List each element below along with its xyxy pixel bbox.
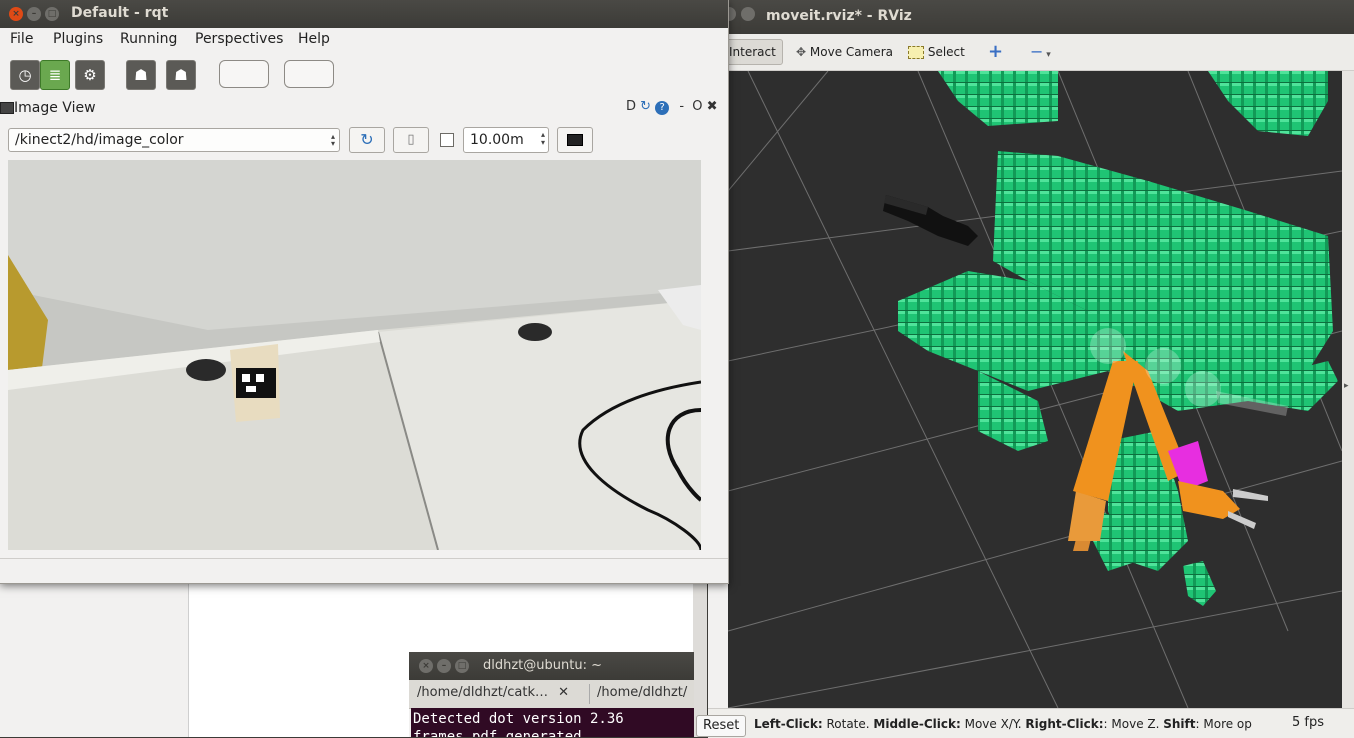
left-click-key: Left-Click: bbox=[754, 717, 823, 731]
background-separator bbox=[693, 580, 707, 737]
refresh-button[interactable]: ↻ bbox=[349, 127, 385, 153]
gear-icon[interactable]: ⚙ bbox=[75, 60, 105, 90]
status-hint: Left-Click: Rotate. Middle-Click: Move X… bbox=[754, 717, 1284, 731]
separator-dash: - bbox=[679, 99, 685, 114]
rviz-window: moveit.rviz* - RViz Interact ✥ Move Came… bbox=[696, 0, 1354, 738]
rviz-statusbar: Reset Left-Click: Rotate. Middle-Click: … bbox=[696, 708, 1354, 738]
middle-click-key: Middle-Click: bbox=[873, 717, 961, 731]
minimize-icon[interactable]: – bbox=[27, 7, 41, 21]
monitor-icon bbox=[567, 133, 583, 146]
ghost-icon[interactable]: ☗ bbox=[126, 60, 156, 90]
maximize-icon[interactable]: □ bbox=[45, 7, 59, 21]
topic-select[interactable]: /kinect2/hd/image_color ▴ ▾ bbox=[8, 128, 340, 152]
tab-divider bbox=[589, 684, 590, 704]
terminal-titlebar[interactable]: × – □ dldhzt@ubuntu: ~ bbox=[409, 652, 694, 680]
terminal-tab-label: /home/dldhzt/catk… bbox=[417, 685, 549, 700]
side-panel-arrow-icon[interactable]: ▸ bbox=[1344, 381, 1349, 391]
right-click-text: : Move Z. bbox=[1103, 717, 1164, 731]
ghost-icon[interactable]: ☗ bbox=[166, 60, 196, 90]
interact-label: Interact bbox=[729, 45, 776, 59]
distance-value: 10.00m bbox=[470, 132, 524, 148]
terminal-tab[interactable]: /home/dldhzt/ bbox=[597, 685, 694, 700]
menu-running[interactable]: Running bbox=[120, 31, 177, 47]
terminal-line: frames.pdf generated bbox=[413, 729, 582, 737]
dock-controls: D ↻ ? - O ✖ bbox=[626, 99, 717, 115]
move-camera-icon: ✥ bbox=[796, 45, 807, 59]
close-icon[interactable]: × bbox=[419, 659, 433, 673]
rviz-title: moveit.rviz* - RViz bbox=[766, 8, 912, 24]
smooth-checkbox[interactable] bbox=[440, 133, 454, 147]
camera-image[interactable] bbox=[8, 160, 701, 550]
select-label: Select bbox=[927, 45, 965, 59]
clock-icon[interactable]: ◷ bbox=[10, 60, 40, 90]
terminal-tab[interactable]: /home/dldhzt/catk… ✕ bbox=[417, 685, 577, 700]
fps-counter: 5 fps bbox=[1292, 715, 1325, 730]
rviz-toolbar: Interact ✥ Move Camera Select + − ▾ bbox=[708, 34, 1354, 71]
toolbar-slot[interactable] bbox=[219, 60, 269, 88]
menu-help[interactable]: Help bbox=[298, 31, 330, 47]
tab-close-icon[interactable]: ✕ bbox=[558, 685, 569, 700]
log-icon[interactable]: ≣ bbox=[40, 60, 70, 90]
distance-spinbox[interactable]: 10.00m ▴ ▾ bbox=[463, 127, 549, 153]
float-label[interactable]: O bbox=[692, 99, 702, 114]
dock-label[interactable]: D bbox=[626, 99, 636, 114]
shift-text: : More op bbox=[1195, 717, 1252, 731]
rqt-title: Default - rqt bbox=[71, 5, 169, 21]
spin-arrows-icon[interactable]: ▴ ▾ bbox=[541, 131, 545, 147]
topic-value: /kinect2/hd/image_color bbox=[15, 132, 184, 148]
reload-icon[interactable]: ↻ bbox=[640, 99, 651, 114]
rqt-window: × – □ Default - rqt File Plugins Running… bbox=[0, 0, 729, 584]
terminal-line: Detected dot version 2.36 bbox=[413, 711, 624, 727]
terminal-window: × – □ dldhzt@ubuntu: ~ /home/dldhzt/catk… bbox=[409, 652, 694, 737]
terminal-output[interactable]: Detected dot version 2.36 frames.pdf gen… bbox=[411, 708, 694, 737]
image-view-controls: /kinect2/hd/image_color ▴ ▾ ↻ ▯ 10.00m ▴ ▾ bbox=[0, 124, 728, 158]
right-click-key: Right-Click: bbox=[1025, 717, 1104, 731]
rviz-side-scroll[interactable]: ▸ bbox=[1342, 71, 1354, 708]
minimize-icon[interactable]: – bbox=[437, 659, 451, 673]
close-icon[interactable]: × bbox=[9, 7, 23, 21]
menubar: File Plugins Running Perspectives Help bbox=[0, 28, 728, 52]
scene-render bbox=[728, 71, 1342, 708]
zoom-button[interactable]: ▯ bbox=[393, 127, 429, 153]
toolbar-slot[interactable] bbox=[284, 60, 334, 88]
shift-key: Shift bbox=[1163, 717, 1196, 731]
camera-photo bbox=[8, 160, 701, 550]
image-view-header: Image View D ↻ ? - O ✖ bbox=[0, 96, 728, 122]
rqt-status-divider bbox=[0, 558, 728, 559]
rviz-3d-view[interactable] bbox=[728, 71, 1342, 708]
rqt-toolbar: ◷ ≣ ⚙ ☗ ☗ bbox=[0, 52, 728, 96]
select-icon bbox=[908, 46, 924, 59]
remove-tool-icon[interactable]: − ▾ bbox=[1024, 40, 1057, 64]
select-tool[interactable]: Select bbox=[902, 40, 971, 64]
image-view-title: Image View bbox=[14, 100, 96, 116]
help-icon[interactable]: ? bbox=[655, 101, 670, 115]
move-camera-label: Move Camera bbox=[809, 45, 893, 59]
save-image-button[interactable] bbox=[557, 127, 593, 153]
menu-plugins[interactable]: Plugins bbox=[53, 31, 103, 47]
combo-arrows-icon: ▴ ▾ bbox=[330, 132, 335, 148]
terminal-title: dldhzt@ubuntu: ~ bbox=[483, 658, 602, 673]
left-click-text: Rotate. bbox=[822, 717, 874, 731]
reset-button[interactable]: Reset bbox=[696, 715, 747, 737]
window-icon bbox=[0, 102, 14, 114]
terminal-tab-label: /home/dldhzt/ bbox=[597, 685, 688, 700]
terminal-tabs: /home/dldhzt/catk… ✕ /home/dldhzt/ bbox=[409, 680, 694, 709]
menu-file[interactable]: File bbox=[10, 31, 33, 47]
rviz-titlebar[interactable]: moveit.rviz* - RViz bbox=[708, 0, 1354, 34]
close-icon[interactable]: ✖ bbox=[707, 99, 718, 114]
menu-perspectives[interactable]: Perspectives bbox=[195, 31, 283, 47]
rqt-titlebar[interactable]: × – □ Default - rqt bbox=[0, 0, 728, 28]
move-camera-tool[interactable]: ✥ Move Camera bbox=[790, 40, 899, 64]
maximize-icon[interactable]: □ bbox=[455, 659, 469, 673]
interact-tool[interactable]: Interact bbox=[722, 39, 783, 65]
add-tool-icon[interactable]: + bbox=[982, 40, 1009, 64]
minimize-icon[interactable] bbox=[741, 7, 755, 21]
middle-click-text: Move X/Y. bbox=[960, 717, 1026, 731]
